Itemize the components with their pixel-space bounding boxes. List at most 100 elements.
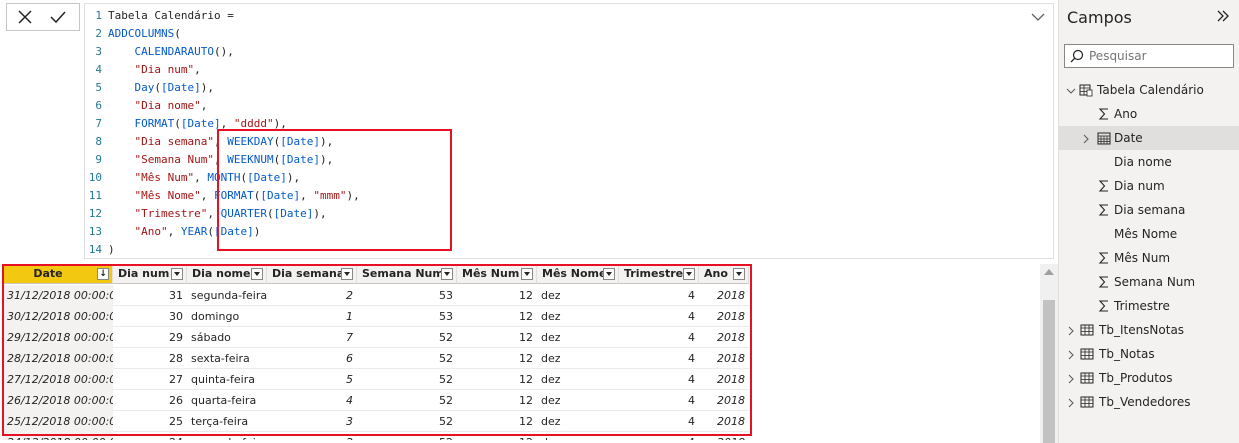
- table-cell[interactable]: terça-feira: [187, 411, 267, 432]
- table-cell[interactable]: 24: [113, 432, 187, 440]
- column-header[interactable]: Dia nome: [187, 264, 267, 284]
- table-cell[interactable]: dez: [537, 411, 619, 432]
- table-cell[interactable]: segunda-feira: [187, 285, 267, 306]
- filter-dropdown-icon[interactable]: [341, 268, 353, 280]
- dax-formula-editor[interactable]: 1 Tabela Calendário = 2 ADDCOLUMNS(3 CALEN…: [84, 3, 1054, 259]
- table-cell[interactable]: quinta-feira: [187, 369, 267, 390]
- table-cell[interactable]: 2: [267, 432, 357, 440]
- table-cell[interactable]: 28/12/2018 00:00:00: [3, 348, 113, 369]
- table-cell[interactable]: 2018: [699, 348, 749, 369]
- table-cell[interactable]: 12: [457, 432, 537, 440]
- field-item[interactable]: Mês Num: [1059, 246, 1239, 270]
- table-cell[interactable]: 26/12/2018 00:00:00: [3, 390, 113, 411]
- search-input[interactable]: [1089, 47, 1229, 65]
- table-node[interactable]: Tb_Produtos: [1059, 366, 1239, 390]
- table-cell[interactable]: 27/12/2018 00:00:00: [3, 369, 113, 390]
- table-cell[interactable]: 30/12/2018 00:00:00: [3, 306, 113, 327]
- chevron-right-icon[interactable]: [1066, 374, 1076, 384]
- search-box[interactable]: [1064, 44, 1234, 68]
- column-header[interactable]: Trimestre: [619, 264, 699, 284]
- table-cell[interactable]: 12: [457, 306, 537, 327]
- table-cell[interactable]: 2018: [699, 390, 749, 411]
- table-cell[interactable]: 12: [457, 390, 537, 411]
- table-cell[interactable]: 2018: [699, 306, 749, 327]
- table-cell[interactable]: quarta-feira: [187, 390, 267, 411]
- collapse-pane-icon[interactable]: [1216, 10, 1230, 22]
- table-cell[interactable]: 29/12/2018 00:00:00: [3, 327, 113, 348]
- table-cell[interactable]: 52: [357, 369, 457, 390]
- table-cell[interactable]: sábado: [187, 327, 267, 348]
- column-header[interactable]: Mês Num: [457, 264, 537, 284]
- filter-dropdown-icon[interactable]: [733, 268, 745, 280]
- table-node[interactable]: Tb_ItensNotas: [1059, 318, 1239, 342]
- table-cell[interactable]: dez: [537, 390, 619, 411]
- table-cell[interactable]: 25/12/2018 00:00:00: [3, 411, 113, 432]
- column-header[interactable]: Mês Nome: [537, 264, 619, 284]
- table-cell[interactable]: 26: [113, 390, 187, 411]
- table-cell[interactable]: dez: [537, 285, 619, 306]
- filter-dropdown-icon[interactable]: [521, 268, 533, 280]
- table-scrollbar[interactable]: [1040, 264, 1058, 443]
- table-cell[interactable]: 4: [619, 306, 699, 327]
- table-cell[interactable]: 7: [267, 327, 357, 348]
- scroll-up-icon[interactable]: [1044, 269, 1054, 275]
- table-cell[interactable]: 12: [457, 348, 537, 369]
- table-cell[interactable]: 6: [267, 348, 357, 369]
- column-header[interactable]: Semana Num: [357, 264, 457, 284]
- chevron-down-icon[interactable]: [1031, 12, 1045, 22]
- table-node[interactable]: Tb_Notas: [1059, 342, 1239, 366]
- chevron-down-icon[interactable]: [1066, 86, 1076, 96]
- table-cell[interactable]: 12: [457, 285, 537, 306]
- scroll-thumb[interactable]: [1043, 300, 1055, 443]
- filter-dropdown-icon[interactable]: [171, 268, 183, 280]
- field-item[interactable]: Dia num: [1059, 174, 1239, 198]
- table-cell[interactable]: 52: [357, 390, 457, 411]
- table-cell[interactable]: 29: [113, 327, 187, 348]
- table-cell[interactable]: 2018: [699, 327, 749, 348]
- field-item[interactable]: Date: [1059, 126, 1239, 150]
- filter-dropdown-icon[interactable]: [441, 268, 453, 280]
- filter-dropdown-icon[interactable]: [683, 268, 695, 280]
- chevron-right-icon[interactable]: [1066, 398, 1076, 408]
- table-node-calendar[interactable]: Tabela Calendário: [1059, 78, 1239, 102]
- table-cell[interactable]: 25: [113, 411, 187, 432]
- table-cell[interactable]: domingo: [187, 306, 267, 327]
- table-cell[interactable]: 4: [619, 348, 699, 369]
- table-cell[interactable]: 53: [357, 306, 457, 327]
- chevron-right-icon[interactable]: [1066, 326, 1076, 336]
- filter-dropdown-icon[interactable]: [251, 268, 263, 280]
- field-item[interactable]: Ano: [1059, 102, 1239, 126]
- column-header[interactable]: Date ↓: [3, 264, 113, 284]
- table-cell[interactable]: 4: [619, 432, 699, 440]
- sort-descending-icon[interactable]: ↓: [97, 268, 109, 280]
- table-cell[interactable]: 31/12/2018 00:00:00: [3, 285, 113, 306]
- table-cell[interactable]: 52: [357, 327, 457, 348]
- table-cell[interactable]: 12: [457, 327, 537, 348]
- table-cell[interactable]: dez: [537, 327, 619, 348]
- table-cell[interactable]: 2018: [699, 411, 749, 432]
- table-cell[interactable]: 28: [113, 348, 187, 369]
- table-cell[interactable]: dez: [537, 369, 619, 390]
- table-cell[interactable]: 2018: [699, 432, 749, 440]
- table-cell[interactable]: 4: [619, 285, 699, 306]
- table-cell[interactable]: segunda-feira: [187, 432, 267, 440]
- table-cell[interactable]: 2018: [699, 285, 749, 306]
- table-cell[interactable]: 4: [267, 390, 357, 411]
- table-cell[interactable]: 4: [619, 411, 699, 432]
- column-header[interactable]: Ano: [699, 264, 749, 284]
- field-item[interactable]: Mês Nome: [1059, 222, 1239, 246]
- table-cell[interactable]: 5: [267, 369, 357, 390]
- table-cell[interactable]: 4: [619, 369, 699, 390]
- table-cell[interactable]: dez: [537, 348, 619, 369]
- table-cell[interactable]: dez: [537, 306, 619, 327]
- table-cell[interactable]: sexta-feira: [187, 348, 267, 369]
- table-cell[interactable]: 24/12/2018 00:00:00: [3, 432, 113, 440]
- check-icon[interactable]: [49, 9, 67, 25]
- table-cell[interactable]: 12: [457, 411, 537, 432]
- chevron-right-icon[interactable]: [1066, 350, 1076, 360]
- table-cell[interactable]: 2018: [699, 369, 749, 390]
- table-cell[interactable]: 1: [267, 306, 357, 327]
- table-cell[interactable]: 31: [113, 285, 187, 306]
- x-icon[interactable]: [17, 9, 33, 25]
- table-cell[interactable]: 53: [357, 285, 457, 306]
